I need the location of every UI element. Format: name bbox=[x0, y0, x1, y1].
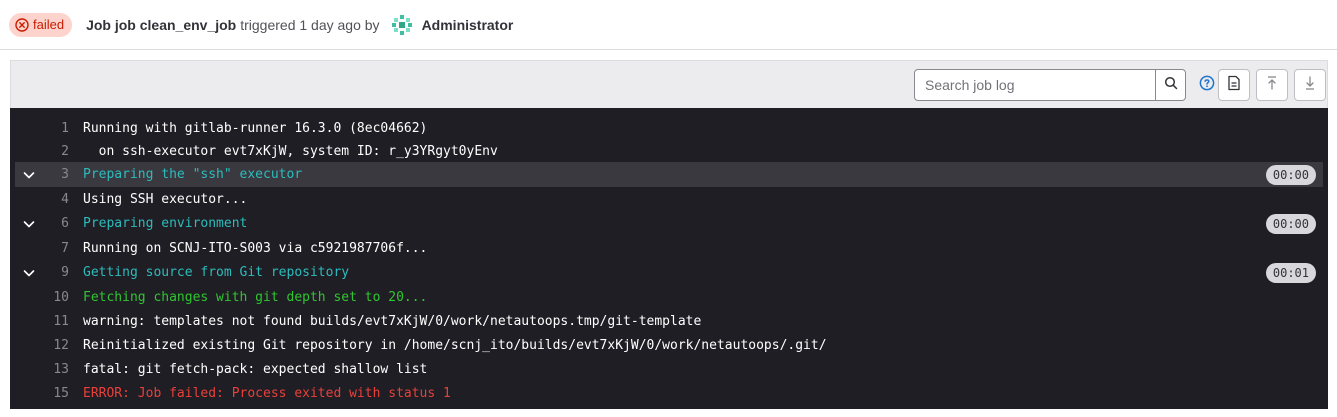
log-text: fatal: git fetch-pack: expected shallow … bbox=[83, 361, 428, 377]
search-button[interactable] bbox=[1155, 70, 1185, 100]
log-text: Running with gitlab-runner 16.3.0 (8ec04… bbox=[83, 120, 428, 136]
status-label: failed bbox=[33, 17, 65, 32]
line-number[interactable]: 10 bbox=[29, 290, 69, 305]
section-duration-badge: 00:01 bbox=[1265, 262, 1316, 283]
job-log: 1 Running with gitlab-runner 16.3.0 (8ec… bbox=[10, 108, 1328, 409]
log-text: ERROR: Job failed: Process exited with s… bbox=[83, 385, 451, 401]
section-duration-badge: 00:00 bbox=[1265, 213, 1316, 234]
line-number[interactable]: 3 bbox=[29, 167, 69, 182]
status-badge[interactable]: failed bbox=[9, 12, 73, 37]
search-icon bbox=[1164, 76, 1178, 95]
line-number[interactable]: 11 bbox=[29, 314, 69, 329]
log-line: 12 Reinitialized existing Git repository… bbox=[10, 333, 1328, 357]
log-text: Using SSH executor... bbox=[83, 191, 248, 207]
log-line: 11 warning: templates not found builds/e… bbox=[10, 309, 1328, 333]
help-icon bbox=[1199, 75, 1215, 96]
log-text: Fetching changes with git depth set to 2… bbox=[83, 289, 428, 305]
log-line: 4 Using SSH executor... bbox=[10, 187, 1328, 211]
triggered-text: triggered 1 day ago by bbox=[240, 16, 380, 33]
line-number[interactable]: 15 bbox=[29, 386, 69, 401]
show-raw-log-button[interactable] bbox=[1218, 69, 1250, 101]
search-box bbox=[914, 69, 1186, 101]
avatar[interactable] bbox=[390, 13, 414, 37]
log-line: 10 Fetching changes with git depth set t… bbox=[10, 285, 1328, 309]
log-line: 13 fatal: git fetch-pack: expected shall… bbox=[10, 357, 1328, 381]
scroll-to-bottom-button[interactable] bbox=[1294, 69, 1326, 101]
raw-log-icon bbox=[1227, 75, 1241, 96]
line-number[interactable]: 1 bbox=[29, 121, 69, 136]
scroll-to-top-icon bbox=[1265, 75, 1279, 96]
log-section-header[interactable]: 3 Preparing the "ssh" executor 00:00 bbox=[15, 162, 1323, 187]
status-failed-icon bbox=[15, 17, 29, 32]
log-text: Running on SCNJ-ITO-S003 via c5921987706… bbox=[83, 240, 428, 256]
line-number[interactable]: 2 bbox=[29, 144, 69, 159]
log-section-header[interactable]: 9 Getting source from Git repository 00:… bbox=[10, 260, 1328, 285]
line-number[interactable]: 12 bbox=[29, 338, 69, 353]
line-number[interactable]: 4 bbox=[29, 192, 69, 207]
line-number[interactable]: 13 bbox=[29, 362, 69, 377]
log-line: 1 Running with gitlab-runner 16.3.0 (8ec… bbox=[10, 116, 1328, 140]
section-title: Getting source from Git repository bbox=[83, 265, 350, 280]
search-input[interactable] bbox=[915, 70, 1155, 100]
user-name[interactable]: Administrator bbox=[422, 17, 514, 33]
log-line: 7 Running on SCNJ-ITO-S003 via c59219877… bbox=[10, 236, 1328, 260]
section-title: Preparing environment bbox=[83, 216, 248, 231]
section-duration-badge: 00:00 bbox=[1265, 164, 1316, 185]
log-text: Reinitialized existing Git repository in… bbox=[83, 337, 827, 353]
job-header: failed Job job clean_env_job triggered 1… bbox=[0, 0, 1337, 50]
scroll-to-top-button[interactable] bbox=[1256, 69, 1288, 101]
line-number[interactable]: 9 bbox=[29, 265, 69, 280]
job-name: Job job clean_env_job bbox=[86, 16, 237, 33]
line-number[interactable]: 7 bbox=[29, 241, 69, 256]
job-log-toolbar bbox=[10, 60, 1328, 108]
scroll-to-bottom-icon bbox=[1303, 75, 1317, 96]
log-text: on ssh-executor evt7xKjW, system ID: r_y… bbox=[83, 143, 498, 159]
log-line: 15 ERROR: Job failed: Process exited wit… bbox=[10, 381, 1328, 405]
line-number[interactable]: 6 bbox=[29, 216, 69, 231]
job-title: Job job clean_env_job triggered 1 day ag… bbox=[86, 13, 513, 37]
section-title: Preparing the "ssh" executor bbox=[83, 167, 303, 182]
log-text: warning: templates not found builds/evt7… bbox=[83, 313, 702, 329]
log-line: 2 on ssh-executor evt7xKjW, system ID: r… bbox=[10, 140, 1328, 162]
log-section-header[interactable]: 6 Preparing environment 00:00 bbox=[10, 211, 1328, 236]
